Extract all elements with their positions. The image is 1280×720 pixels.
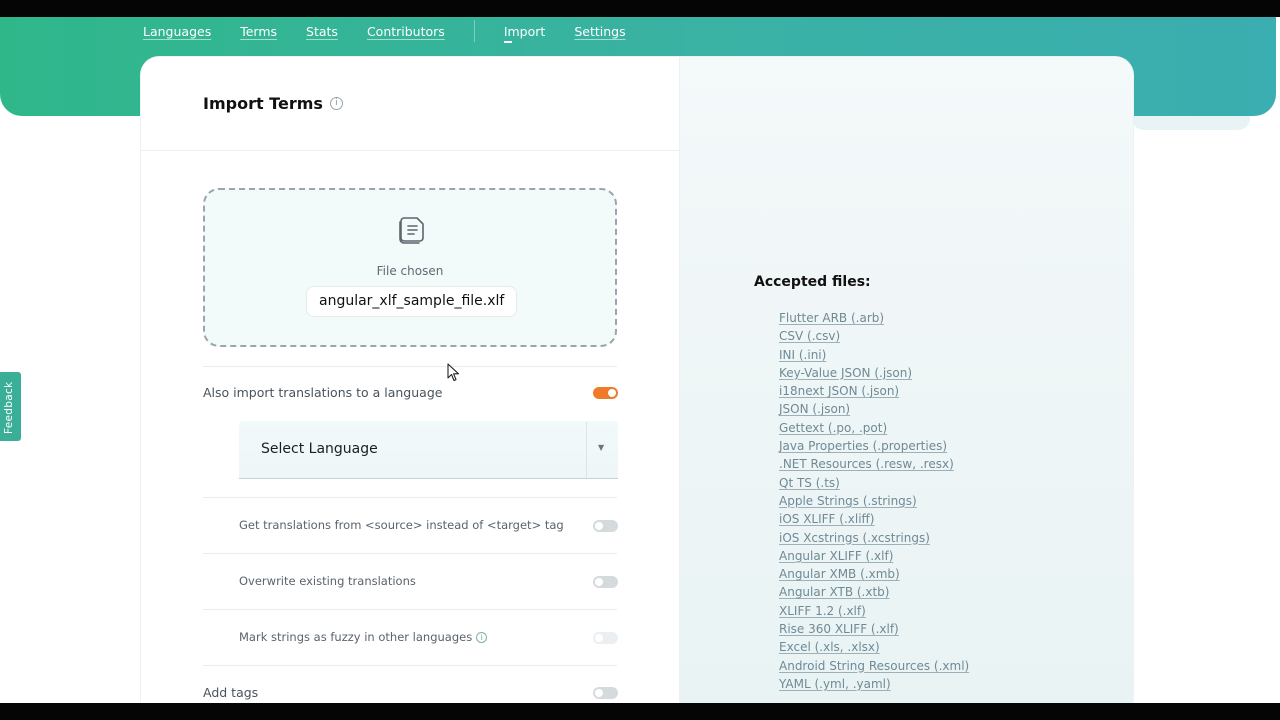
- accepted-file-link[interactable]: .NET Resources (.resw, .resx): [779, 455, 969, 473]
- header-shadow: [1132, 116, 1250, 130]
- accepted-file-link[interactable]: INI (.ini): [779, 346, 969, 364]
- file-status: File chosen: [376, 264, 444, 278]
- accepted-file-link[interactable]: iOS XLIFF (.xliff): [779, 510, 969, 528]
- import-card: Import Terms i File chosen angular_xlf_s…: [141, 57, 1133, 717]
- fuzzy-row: Mark strings as fuzzy in other languages…: [239, 630, 488, 644]
- caret-down-icon[interactable]: ▼: [598, 443, 604, 452]
- nav-contributors[interactable]: Contributors: [367, 24, 445, 39]
- language-select-value: Select Language: [261, 441, 378, 457]
- divider: [203, 366, 617, 367]
- overwrite-label: Overwrite existing translations: [239, 574, 416, 588]
- source-tag-toggle[interactable]: [593, 520, 618, 532]
- accepted-file-link[interactable]: Angular XTB (.xtb): [779, 583, 969, 601]
- divider: [203, 497, 617, 498]
- divider: [203, 665, 617, 666]
- fuzzy-toggle[interactable]: [593, 632, 618, 644]
- info-icon[interactable]: i: [329, 97, 343, 110]
- letterbox-top: [0, 0, 1280, 17]
- select-separator: [586, 422, 587, 478]
- accepted-file-link[interactable]: Flutter ARB (.arb): [779, 309, 969, 327]
- accepted-files-panel: Accepted files: Flutter ARB (.arb) CSV (…: [679, 57, 1133, 717]
- page-title: Import Terms: [203, 94, 323, 113]
- add-tags-toggle[interactable]: [593, 687, 618, 699]
- nav-import[interactable]: Import: [503, 24, 545, 43]
- divider: [203, 609, 617, 610]
- accepted-file-link[interactable]: CSV (.csv): [779, 327, 969, 345]
- accepted-file-link[interactable]: YAML (.yml, .yaml): [779, 675, 969, 693]
- accepted-file-link[interactable]: Qt TS (.ts): [779, 474, 969, 492]
- import-form-panel: Import Terms i File chosen angular_xlf_s…: [141, 57, 679, 717]
- nav-settings[interactable]: Settings: [574, 24, 625, 39]
- nav-languages[interactable]: Languages: [143, 24, 211, 39]
- divider: [203, 553, 617, 554]
- nav-terms[interactable]: Terms: [240, 24, 277, 39]
- accepted-file-link[interactable]: JSON (.json): [779, 400, 969, 418]
- accepted-file-link[interactable]: XLIFF 1.2 (.xlf): [779, 602, 969, 620]
- accepted-files-title: Accepted files:: [754, 274, 871, 290]
- mouse-cursor-icon: [447, 363, 460, 382]
- nav-separator: [473, 20, 475, 42]
- accepted-file-link[interactable]: i18next JSON (.json): [779, 382, 969, 400]
- fuzzy-label: Mark strings as fuzzy in other languages: [239, 630, 473, 644]
- nav-stats[interactable]: Stats: [306, 24, 338, 39]
- accepted-file-link[interactable]: Android String Resources (.xml): [779, 657, 969, 675]
- accepted-file-link[interactable]: Gettext (.po, .pot): [779, 419, 969, 437]
- accepted-file-link[interactable]: Apple Strings (.strings): [779, 492, 969, 510]
- accepted-file-link[interactable]: Angular XMB (.xmb): [779, 565, 969, 583]
- file-dropzone[interactable]: File chosen angular_xlf_sample_file.xlf: [203, 188, 617, 347]
- accepted-file-link[interactable]: Java Properties (.properties): [779, 437, 969, 455]
- accepted-file-link[interactable]: Excel (.xls, .xlsx): [779, 638, 969, 656]
- top-nav: Languages Terms Stats Contributors Impor…: [143, 20, 655, 43]
- accepted-file-link[interactable]: iOS Xcstrings (.xcstrings): [779, 529, 969, 547]
- feedback-label: Feedback: [3, 381, 15, 434]
- source-tag-label: Get translations from <source> instead o…: [239, 518, 564, 532]
- chosen-file-name: angular_xlf_sample_file.xlf: [306, 286, 518, 317]
- accepted-file-link[interactable]: Rise 360 XLIFF (.xlf): [779, 620, 969, 638]
- language-select[interactable]: Select Language ▼: [239, 421, 618, 479]
- add-tags-label: Add tags: [203, 685, 259, 700]
- accepted-files-list: Flutter ARB (.arb) CSV (.csv) INI (.ini)…: [779, 309, 969, 693]
- title-row: Import Terms i: [203, 94, 343, 113]
- letterbox-bottom: [0, 703, 1280, 720]
- feedback-tab[interactable]: Feedback: [0, 372, 21, 441]
- divider: [141, 150, 679, 151]
- file-upload-icon: [399, 217, 424, 244]
- also-import-toggle[interactable]: [593, 387, 618, 399]
- accepted-file-link[interactable]: Angular XLIFF (.xlf): [779, 547, 969, 565]
- accepted-file-link[interactable]: Key-Value JSON (.json): [779, 364, 969, 382]
- also-import-label: Also import translations to a language: [203, 385, 443, 400]
- info-icon[interactable]: i: [476, 632, 488, 643]
- overwrite-toggle[interactable]: [593, 576, 618, 588]
